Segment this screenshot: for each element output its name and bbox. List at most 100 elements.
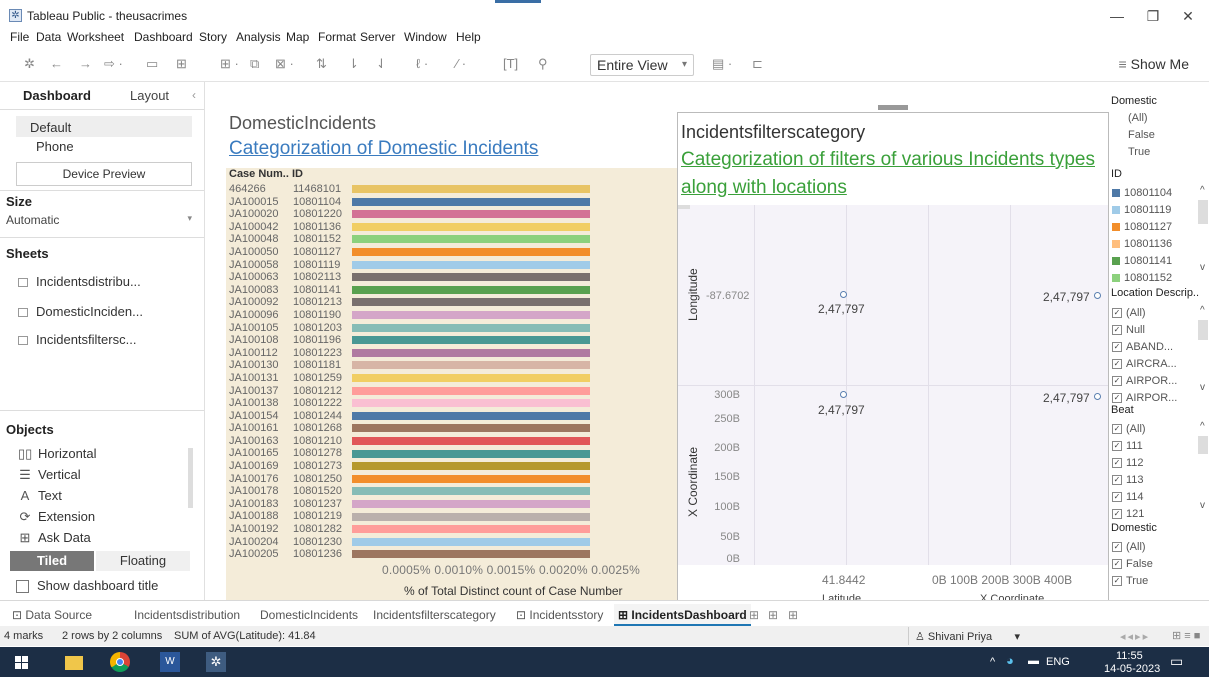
tab-incidentsdistribution[interactable]: Incidentsdistribution	[134, 608, 240, 622]
bar[interactable]	[352, 399, 591, 408]
table-row[interactable]: JA100178 10801520	[229, 485, 350, 498]
sheet1-subtitle[interactable]: Categorization of Domestic Incidents	[229, 138, 538, 160]
menu-help[interactable]: Help	[456, 30, 481, 44]
sheet-item[interactable]: Incidentsdistribu...	[18, 274, 141, 289]
object-horizontal[interactable]: ▯▯ Horizontal	[18, 446, 97, 462]
table-row[interactable]: JA100165 10801278	[229, 447, 350, 460]
tab-incidentsfilterscategory[interactable]: Incidentsfilterscategory	[373, 608, 496, 622]
file-explorer-icon[interactable]	[65, 656, 83, 670]
bar[interactable]	[352, 235, 591, 244]
table-row[interactable]: JA100015 10801104	[229, 196, 350, 209]
bar[interactable]	[352, 411, 591, 420]
table-row[interactable]: JA100183 10801237	[229, 498, 350, 511]
menu-window[interactable]: Window	[404, 30, 447, 44]
menu-file[interactable]: File	[10, 30, 29, 44]
menu-server[interactable]: Server	[360, 30, 395, 44]
table-row[interactable]: JA100058 10801119	[229, 259, 350, 272]
object-text[interactable]: A Text	[18, 488, 62, 503]
filter-item[interactable]: 10801136	[1112, 236, 1196, 253]
bar[interactable]	[352, 248, 591, 256]
bar[interactable]	[352, 525, 591, 534]
bar[interactable]	[352, 222, 591, 231]
menu-dashboard[interactable]: Dashboard	[134, 30, 193, 44]
clock-date[interactable]: 14-05-2023	[1104, 663, 1160, 675]
replay-icon[interactable]: ⇨ ·	[104, 56, 123, 72]
view-toggle-icon[interactable]: ⊞ ≡ ■	[1172, 629, 1200, 642]
close-icon[interactable]: ✕	[1178, 8, 1198, 25]
new-worksheet-icon[interactable]: ⊞	[749, 608, 759, 622]
filter-item[interactable]: False	[1128, 129, 1155, 142]
object-vertical[interactable]: ☰ Vertical	[18, 467, 80, 483]
scrollbar-thumb[interactable]	[1198, 200, 1208, 224]
table-row[interactable]: 464266 11468101	[229, 183, 350, 196]
table-row[interactable]: JA100130 10801181	[229, 359, 350, 372]
sheet-item[interactable]: DomesticInciden...	[18, 304, 143, 319]
bar[interactable]	[352, 197, 591, 206]
filter-item[interactable]: ✓ (All)	[1112, 539, 1196, 556]
tray-chevron-icon[interactable]: ^	[990, 656, 995, 668]
restore-icon[interactable]: ❐	[1143, 8, 1163, 25]
duplicate-icon[interactable]: ⧉	[250, 56, 259, 72]
table-row[interactable]: JA100105 10801203	[229, 322, 350, 335]
filter-item[interactable]: ✓ 114	[1112, 489, 1196, 506]
menu-data[interactable]: Data	[36, 30, 61, 44]
filter-item[interactable]: 10801152	[1112, 270, 1196, 287]
bar[interactable]	[352, 487, 591, 496]
network-icon[interactable]: ◕	[1006, 653, 1014, 668]
bar[interactable]	[352, 260, 591, 269]
filter-item[interactable]: (All)	[1128, 112, 1148, 125]
tableau-icon[interactable]: ✲	[24, 56, 35, 72]
scroll-down-icon[interactable]: v	[1200, 500, 1205, 511]
filter-item[interactable]: ✓ Null	[1112, 322, 1196, 339]
sheet-nav-icon[interactable]: ◂◂▸▸	[1120, 630, 1150, 643]
bar[interactable]	[352, 348, 591, 357]
filter-item[interactable]: True	[1128, 146, 1150, 159]
bar[interactable]	[352, 512, 591, 521]
scroll-down-icon[interactable]: v	[1200, 262, 1205, 273]
bar[interactable]	[352, 336, 591, 345]
device-preview-button[interactable]: Device Preview	[16, 162, 192, 186]
filter-item[interactable]: ✓ AIRCRA...	[1112, 356, 1196, 373]
table-row[interactable]: JA100108 10801196	[229, 334, 350, 347]
collapse-icon[interactable]: ‹	[192, 88, 196, 102]
floating-button[interactable]: Floating	[96, 551, 190, 571]
table-row[interactable]: JA100112 10801223	[229, 347, 350, 360]
scatter-point[interactable]	[1094, 292, 1101, 299]
new-story-icon[interactable]: ⊞	[788, 608, 798, 622]
bar[interactable]	[352, 361, 591, 370]
menu-format[interactable]: Format	[318, 30, 356, 44]
cards-icon[interactable]: ▤ ·	[712, 56, 732, 72]
filter-item[interactable]: ✓ ABAND...	[1112, 339, 1196, 356]
filter-item[interactable]: ✓ False	[1112, 556, 1196, 573]
table-row[interactable]: JA100163 10801210	[229, 435, 350, 448]
tab-incidentsstory[interactable]: ⊡ Incidentsstory	[516, 608, 603, 622]
scroll-handle[interactable]	[678, 205, 690, 209]
table-row[interactable]: JA100154 10801244	[229, 410, 350, 423]
swap-icon[interactable]: ⇅	[316, 56, 327, 72]
tab-layout[interactable]: Layout	[130, 88, 169, 103]
bar[interactable]	[352, 374, 591, 382]
windows-start-icon[interactable]	[12, 652, 32, 672]
device-default[interactable]: Default	[16, 116, 192, 137]
tab-dashboard[interactable]: Dashboard	[23, 88, 91, 103]
tiled-button[interactable]: Tiled	[10, 551, 94, 571]
bar[interactable]	[352, 550, 591, 559]
undo-icon[interactable]: ←	[50, 56, 63, 72]
show-title-checkbox[interactable]: Show dashboard title	[16, 578, 158, 594]
filter-item[interactable]: 10801104	[1112, 185, 1196, 202]
notification-icon[interactable]: ▭	[1170, 653, 1183, 670]
tableau-taskbar-icon[interactable]: ✲	[206, 652, 226, 672]
clock-time[interactable]: 11:55	[1116, 650, 1143, 662]
bar[interactable]	[352, 500, 591, 508]
tab-incidentsdashboard[interactable]: ⊞ IncidentsDashboard	[614, 604, 751, 626]
bar[interactable]	[352, 386, 591, 395]
objects-scrollbar[interactable]	[188, 448, 193, 508]
table-row[interactable]: JA100063 10802113	[229, 271, 350, 284]
fit-dropdown[interactable]: Entire View ▾	[590, 54, 694, 76]
table-row[interactable]: JA100188 10801219	[229, 510, 350, 523]
sheet2-subtitle[interactable]: Categorization of filters of various Inc…	[681, 146, 1106, 202]
pin-icon[interactable]: ⚲	[538, 56, 548, 72]
scroll-up-icon[interactable]: ^	[1200, 421, 1205, 432]
table-row[interactable]: JA100192 10801282	[229, 523, 350, 536]
chrome-icon[interactable]	[110, 652, 130, 672]
